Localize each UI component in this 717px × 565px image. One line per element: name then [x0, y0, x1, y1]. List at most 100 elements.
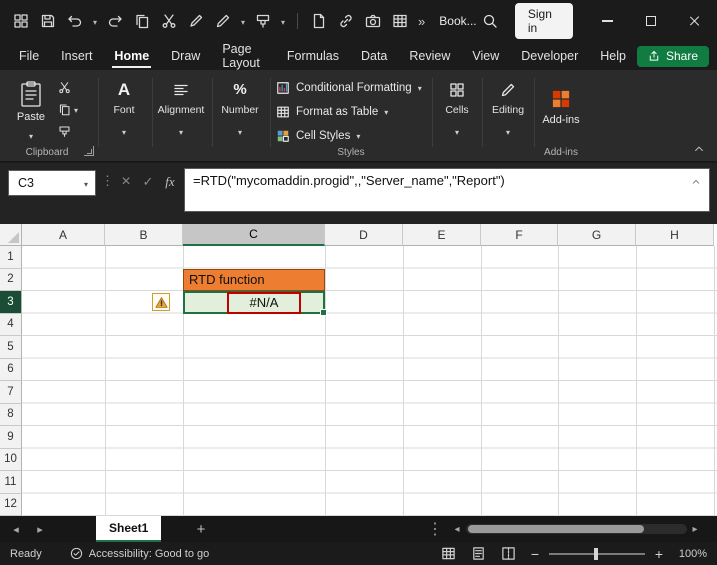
tab-page-layout[interactable]: Page Layout — [211, 42, 276, 70]
format-as-table-button[interactable]: Format as Table — [276, 102, 388, 122]
sheet-nav-left-icon[interactable] — [6, 516, 26, 542]
camera-icon[interactable] — [364, 12, 382, 30]
tab-review[interactable]: Review — [398, 42, 461, 70]
copy-button[interactable] — [58, 100, 78, 118]
zoom-slider[interactable] — [549, 547, 645, 561]
row-header-8[interactable]: 8 — [0, 404, 22, 427]
enter-button[interactable] — [138, 172, 158, 192]
cut-button[interactable] — [58, 78, 78, 96]
save-icon[interactable] — [39, 12, 57, 30]
tab-draw[interactable]: Draw — [160, 42, 211, 70]
editing-group-button[interactable]: Editing — [484, 78, 532, 144]
scroll-right-icon[interactable] — [686, 516, 704, 542]
search-icon[interactable] — [477, 6, 503, 36]
paste-button[interactable]: Paste — [8, 76, 54, 148]
page-break-view-button[interactable] — [499, 545, 517, 563]
tab-formulas[interactable]: Formulas — [276, 42, 350, 70]
highlighter-icon[interactable] — [254, 12, 272, 30]
tab-home[interactable]: Home — [103, 42, 160, 70]
column-header-a[interactable]: A — [22, 224, 105, 246]
sheet-tab-sheet1[interactable]: Sheet1 — [96, 516, 161, 542]
highlighter-dropdown-caret-icon[interactable] — [281, 12, 285, 30]
draw-pen-icon[interactable] — [187, 12, 205, 30]
zoom-thumb[interactable] — [594, 548, 598, 560]
row-header-12[interactable]: 12 — [0, 494, 22, 517]
column-header-e[interactable]: E — [403, 224, 481, 246]
font-group-button[interactable]: A Font — [100, 78, 148, 144]
cut-icon[interactable] — [160, 12, 178, 30]
error-checking-button[interactable] — [152, 293, 170, 311]
select-all-button[interactable] — [0, 224, 22, 246]
sign-in-button[interactable]: Sign in — [515, 3, 573, 39]
row-header-10[interactable]: 10 — [0, 449, 22, 472]
formula-input[interactable]: =RTD("mycomaddin.progid",,"Server_name",… — [184, 168, 710, 212]
sheet-nav-right-icon[interactable] — [30, 516, 50, 542]
row-header-7[interactable]: 7 — [0, 381, 22, 404]
tab-developer[interactable]: Developer — [510, 42, 589, 70]
scroll-left-icon[interactable] — [448, 516, 466, 542]
row-header-4[interactable]: 4 — [0, 314, 22, 337]
maximize-button[interactable] — [629, 0, 673, 42]
column-header-c[interactable]: C — [183, 224, 325, 246]
share-button[interactable]: Share — [637, 46, 709, 67]
tab-data[interactable]: Data — [350, 42, 398, 70]
number-group-button[interactable]: % Number — [214, 78, 266, 144]
column-header-g[interactable]: G — [558, 224, 636, 246]
clipboard-dialog-launcher[interactable] — [84, 146, 94, 156]
link-icon[interactable] — [337, 12, 355, 30]
fill-handle[interactable] — [320, 309, 327, 316]
horizontal-scrollbar[interactable] — [466, 524, 687, 534]
page-layout-view-button[interactable] — [469, 545, 487, 563]
row-header-6[interactable]: 6 — [0, 359, 22, 382]
zoom-level-label[interactable]: 100% — [677, 548, 707, 560]
accessibility-status-button[interactable]: Accessibility: Good to go — [70, 547, 209, 560]
cancel-button[interactable] — [116, 172, 136, 192]
name-box-caret-icon[interactable] — [77, 174, 95, 192]
format-painter-button[interactable] — [58, 122, 78, 140]
copy-icon[interactable] — [133, 12, 151, 30]
insert-function-button[interactable]: fx — [160, 172, 180, 192]
collapse-ribbon-button[interactable] — [693, 143, 705, 155]
workbook-name[interactable]: Book... — [439, 14, 476, 28]
undo-icon[interactable] — [66, 12, 84, 30]
formula-bar-expand-icon[interactable] — [691, 177, 701, 187]
row-header-3[interactable]: 3 — [0, 291, 22, 314]
tab-file[interactable]: File — [8, 42, 50, 70]
add-sheet-button[interactable] — [190, 516, 212, 542]
insert-table-icon[interactable] — [391, 12, 409, 30]
close-button[interactable] — [673, 0, 717, 42]
cell-styles-button[interactable]: Cell Styles — [276, 126, 360, 146]
tab-insert[interactable]: Insert — [50, 42, 103, 70]
scrollbar-thumb[interactable] — [468, 525, 644, 533]
column-header-f[interactable]: F — [481, 224, 558, 246]
row-header-2[interactable]: 2 — [0, 269, 22, 292]
normal-view-button[interactable] — [439, 545, 457, 563]
cell-c2[interactable]: RTD function — [183, 269, 325, 292]
column-header-d[interactable]: D — [325, 224, 403, 246]
add-ins-button[interactable]: Add-ins — [536, 78, 586, 136]
row-header-9[interactable]: 9 — [0, 426, 22, 449]
name-box[interactable]: C3 — [8, 170, 96, 196]
tab-view[interactable]: View — [461, 42, 510, 70]
pen-icon[interactable] — [214, 12, 232, 30]
row-header-11[interactable]: 11 — [0, 471, 22, 494]
cell-c3-selected[interactable]: #N/A — [183, 291, 325, 314]
pen-dropdown-caret-icon[interactable] — [241, 12, 245, 30]
column-header-h[interactable]: H — [636, 224, 714, 246]
column-header-b[interactable]: B — [105, 224, 183, 246]
zoom-in-button[interactable]: + — [653, 546, 665, 562]
undo-dropdown-caret-icon[interactable] — [93, 12, 97, 30]
conditional-formatting-button[interactable]: Conditional Formatting — [276, 78, 422, 98]
sheet-cells[interactable]: RTD function #N/A — [22, 246, 717, 516]
zoom-out-button[interactable]: − — [529, 546, 541, 562]
excel-app-icon[interactable] — [12, 12, 30, 30]
new-document-icon[interactable] — [310, 12, 328, 30]
minimize-button[interactable] — [585, 0, 629, 42]
row-header-1[interactable]: 1 — [0, 246, 22, 269]
tab-options-icon[interactable] — [428, 516, 442, 542]
redo-icon[interactable] — [106, 12, 124, 30]
row-header-5[interactable]: 5 — [0, 336, 22, 359]
alignment-group-button[interactable]: Alignment — [154, 78, 208, 144]
more-commands-icon[interactable]: » — [418, 14, 425, 29]
cells-group-button[interactable]: Cells — [434, 78, 480, 144]
